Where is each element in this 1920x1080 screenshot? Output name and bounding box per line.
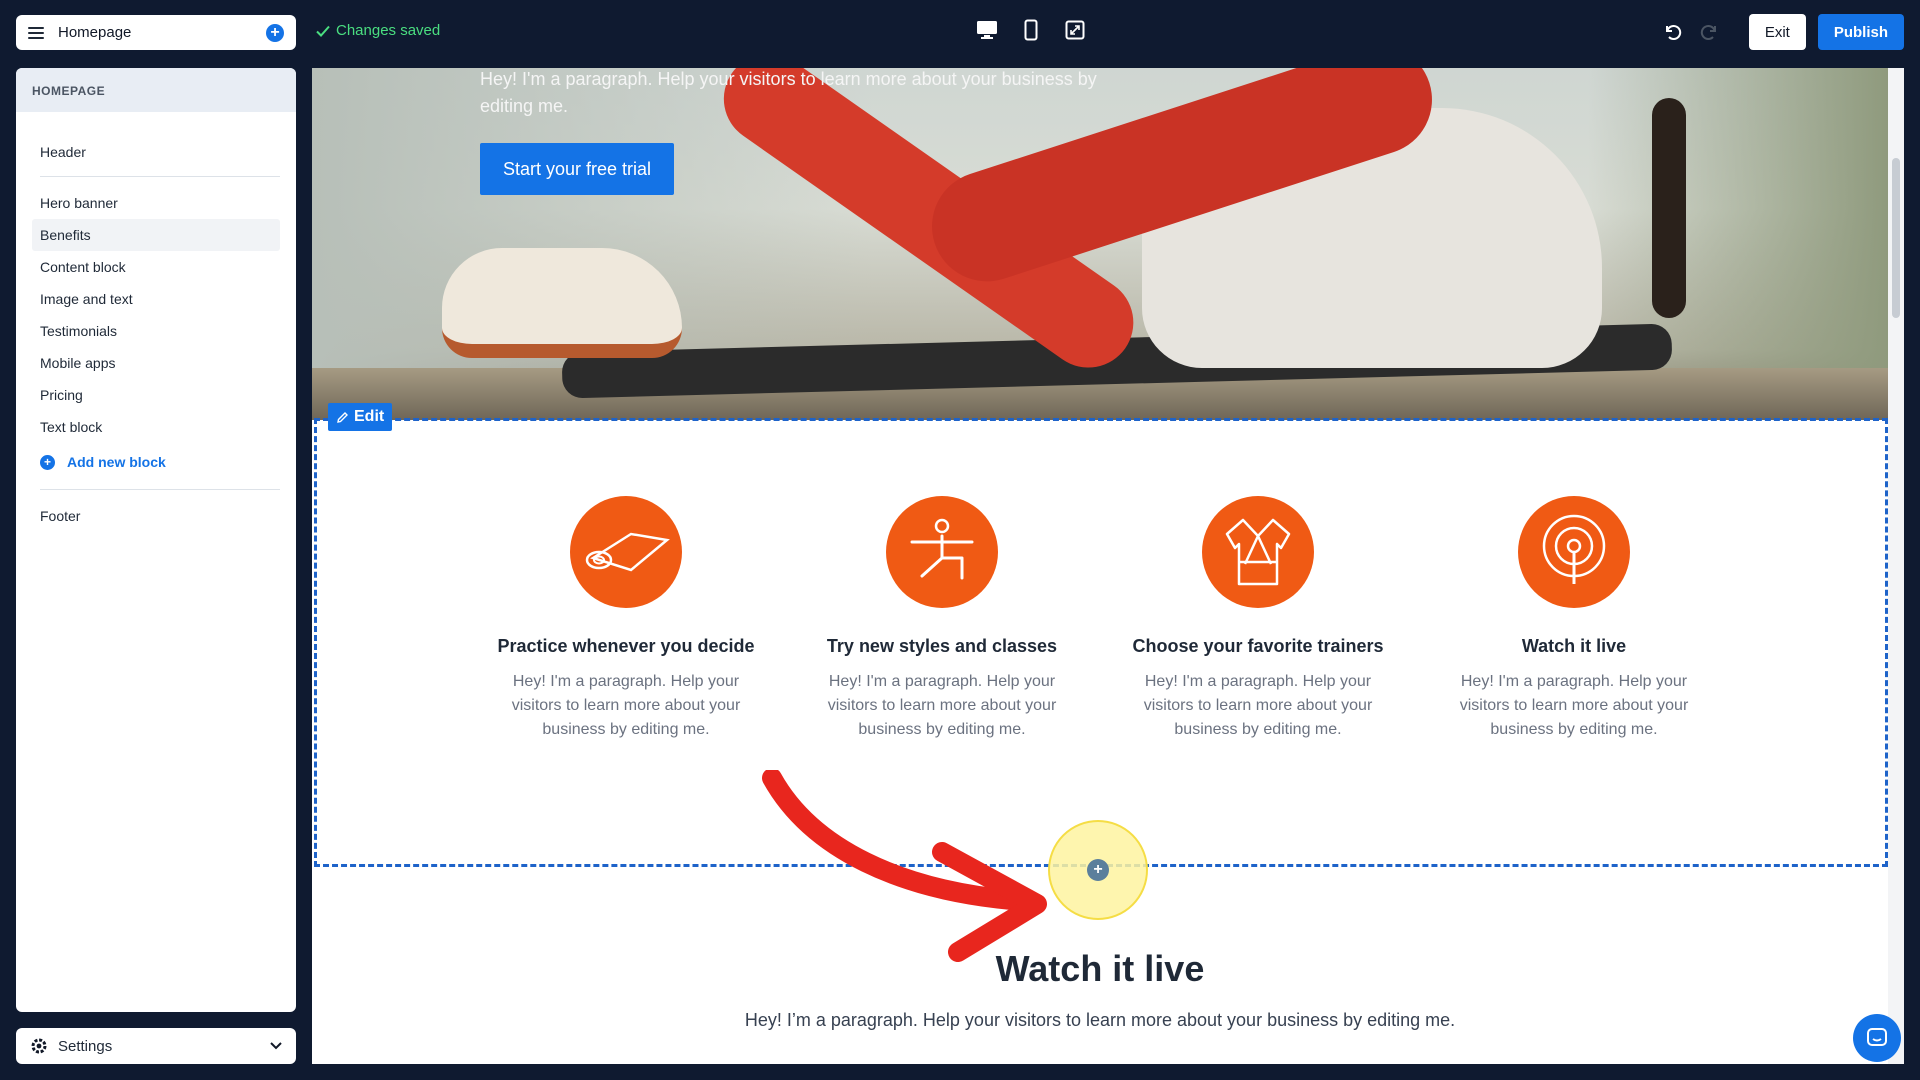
toolbar-actions: Exit Publish (1659, 14, 1904, 50)
cursor-highlight: + (1048, 820, 1148, 920)
benefit-title: Watch it live (1521, 636, 1627, 656)
undo-icon[interactable] (1659, 19, 1685, 45)
top-toolbar: Homepage + Changes saved Exit Publish (0, 0, 1920, 64)
sidebar-item-header[interactable]: Header (32, 136, 280, 168)
mobile-icon[interactable] (1019, 18, 1043, 42)
section-title[interactable]: Watch it live (312, 948, 1888, 990)
benefit-text: Hey! I'm a paragraph. Help your visitors… (1459, 673, 1689, 738)
add-page-icon[interactable]: + (266, 23, 284, 42)
chat-bubble-icon (1867, 1028, 1887, 1046)
benefit-title: Choose your favorite trainers (1132, 636, 1384, 656)
chevron-down-icon (270, 1042, 282, 1050)
hero-banner[interactable]: Hey! I'm a paragraph. Help your visitors… (312, 68, 1888, 420)
settings-label: Settings (58, 1037, 113, 1055)
edit-block-button[interactable]: Edit (328, 403, 393, 431)
sidebar-divider (40, 176, 280, 177)
annotation-arrow-icon (762, 770, 1047, 962)
plus-circle-icon: + (40, 454, 55, 470)
sidebar-item-content-block[interactable]: Content block (32, 251, 280, 283)
martial-arts-uniform-icon (1202, 496, 1314, 608)
canvas-scrollbar[interactable] (1888, 68, 1904, 1064)
benefit-card[interactable]: Choose your favorite trainers Hey! I'm a… (1118, 496, 1398, 742)
benefit-card[interactable]: Try new styles and classes Hey! I'm a pa… (802, 496, 1082, 742)
benefit-text: Hey! I'm a paragraph. Help your visitors… (827, 673, 1057, 738)
sidebar-heading: HOMEPAGE (16, 68, 296, 112)
exit-button[interactable]: Exit (1748, 14, 1806, 50)
publish-button[interactable]: Publish (1817, 14, 1904, 50)
sidebar-item-text-block[interactable]: Text block (32, 411, 280, 443)
page-canvas: Hey! I'm a paragraph. Help your visitors… (312, 68, 1904, 1064)
hero-athlete-hair (1652, 98, 1686, 318)
benefit-text: Hey! I'm a paragraph. Help your visitors… (1143, 673, 1373, 738)
sidebar-item-mobile-apps[interactable]: Mobile apps (32, 347, 280, 379)
hero-athlete-shoe (442, 248, 682, 358)
sidebar-item-footer[interactable]: Footer (32, 500, 280, 532)
benefit-title: Practice whenever you decide (497, 636, 755, 656)
blocks-sidebar: HOMEPAGE Header Hero banner Benefits Con… (16, 68, 296, 1012)
add-block-plus-icon[interactable]: + (1087, 859, 1109, 881)
sidebar-divider (40, 489, 280, 490)
sidebar-item-pricing[interactable]: Pricing (32, 379, 280, 411)
add-new-block-label: Add new block (67, 454, 166, 470)
benefit-title: Try new styles and classes (826, 636, 1058, 656)
benefit-card[interactable]: Watch it live Hey! I'm a paragraph. Help… (1434, 496, 1714, 742)
gear-icon (31, 1038, 47, 1054)
settings-dropdown[interactable]: Settings (16, 1028, 296, 1064)
pencil-icon (337, 411, 348, 423)
chat-support-button[interactable] (1853, 1014, 1901, 1062)
checkmark-icon (316, 25, 330, 37)
broadcast-icon (1518, 496, 1630, 608)
redo-icon[interactable] (1697, 19, 1723, 45)
block-list: Header Hero banner Benefits Content bloc… (16, 112, 296, 532)
sidebar-item-testimonials[interactable]: Testimonials (32, 315, 280, 347)
save-status-text: Changes saved (336, 22, 441, 39)
sidebar-item-hero-banner[interactable]: Hero banner (32, 187, 280, 219)
start-free-trial-button[interactable]: Start your free trial (480, 143, 675, 195)
page-selector[interactable]: Homepage + (16, 15, 296, 50)
benefit-card[interactable]: Practice whenever you decide Hey! I'm a … (486, 496, 766, 742)
desktop-icon[interactable] (975, 18, 999, 42)
hamburger-menu-icon[interactable] (28, 26, 44, 39)
current-page-name: Homepage (58, 24, 132, 41)
yoga-pose-icon (886, 496, 998, 608)
add-new-block-button[interactable]: + Add new block (32, 443, 280, 481)
device-preview-switcher (975, 18, 1087, 42)
hero-paragraph[interactable]: Hey! I'm a paragraph. Help your visitors… (480, 68, 1120, 120)
sidebar-item-benefits[interactable]: Benefits (32, 219, 280, 251)
sidebar-item-image-and-text[interactable]: Image and text (32, 283, 280, 315)
fullscreen-icon[interactable] (1063, 18, 1087, 42)
yoga-mat-icon (570, 496, 682, 608)
save-status: Changes saved (316, 22, 440, 39)
section-paragraph[interactable]: Hey! I’m a paragraph. Help your visitors… (312, 1010, 1888, 1031)
scrollbar-thumb[interactable] (1892, 158, 1900, 318)
benefit-text: Hey! I'm a paragraph. Help your visitors… (511, 673, 741, 738)
edit-label: Edit (354, 408, 385, 425)
